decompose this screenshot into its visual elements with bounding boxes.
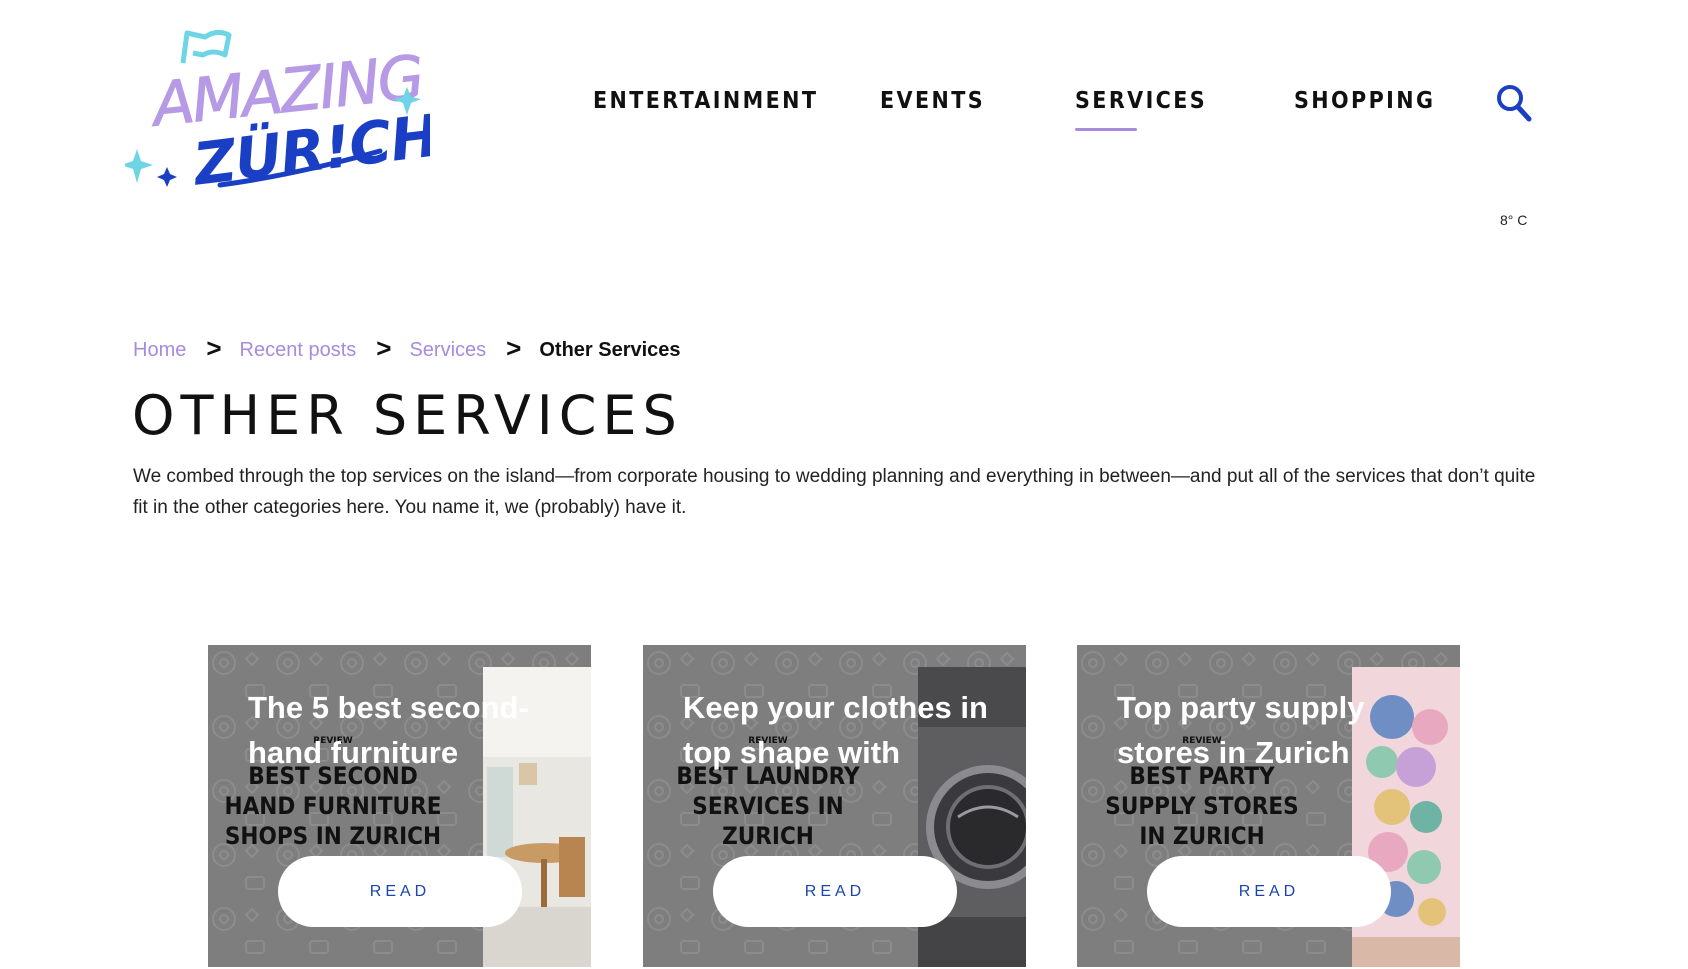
nav-item-label: ENTERTAINMENT <box>593 88 819 114</box>
article-card[interactable]: REVIEW BEST PARTY SUPPLY STORES IN ZURIC… <box>1077 645 1460 967</box>
card-title[interactable]: Top party supply stores in Zurich <box>1117 685 1437 775</box>
breadcrumb-current: Other Services <box>539 339 681 361</box>
nav-item-events[interactable]: EVENTS <box>880 88 985 114</box>
page-intro: We combed through the top services on th… <box>133 466 1536 518</box>
promo-line: ZURICH <box>722 822 814 850</box>
nav-item-services[interactable]: SERVICES <box>1075 88 1208 131</box>
active-nav-indicator <box>1075 128 1137 131</box>
nav-item-label: EVENTS <box>880 88 986 114</box>
card-title[interactable]: Keep your clothes in top shape with <box>683 685 1003 775</box>
read-button[interactable]: READ <box>713 856 957 927</box>
breadcrumb-home[interactable]: Home <box>133 339 186 361</box>
promo-line: SERVICES IN <box>692 792 844 820</box>
page-title: OTHER SERVICES <box>132 384 683 447</box>
nav-item-label: SHOPPING <box>1294 88 1436 114</box>
promo-line: HAND FURNITURE <box>224 792 442 820</box>
search-icon <box>1497 85 1532 122</box>
main-nav: ENTERTAINMENT EVENTS SERVICES SHOPPING <box>0 88 1688 138</box>
read-button[interactable]: READ <box>278 856 522 927</box>
breadcrumb-services[interactable]: Services <box>409 339 486 361</box>
breadcrumb-separator: > <box>376 333 392 363</box>
nav-item-entertainment[interactable]: ENTERTAINMENT <box>593 88 818 114</box>
article-card[interactable]: REVIEW BEST SECOND HAND FURNITURE SHOPS … <box>208 645 591 967</box>
breadcrumb-recent-posts[interactable]: Recent posts <box>240 339 357 361</box>
nav-item-label: SERVICES <box>1075 88 1208 114</box>
promo-line: SHOPS IN ZURICH <box>224 822 442 850</box>
breadcrumb: Home > Recent posts > Services > Other Service… <box>133 332 681 363</box>
search-button[interactable] <box>1496 84 1532 122</box>
article-card[interactable]: REVIEW BEST LAUNDRY SERVICES IN ZURICH K… <box>643 645 1026 967</box>
breadcrumb-separator: > <box>506 333 522 363</box>
weather-temperature: 8° C <box>1500 212 1528 228</box>
promo-line: SUPPLY STORES <box>1105 792 1299 820</box>
nav-item-shopping[interactable]: SHOPPING <box>1294 88 1435 114</box>
read-button[interactable]: READ <box>1147 856 1391 927</box>
promo-line: IN ZURICH <box>1139 822 1265 850</box>
card-title[interactable]: The 5 best second-hand furniture <box>248 685 568 775</box>
breadcrumb-separator: > <box>206 333 222 363</box>
